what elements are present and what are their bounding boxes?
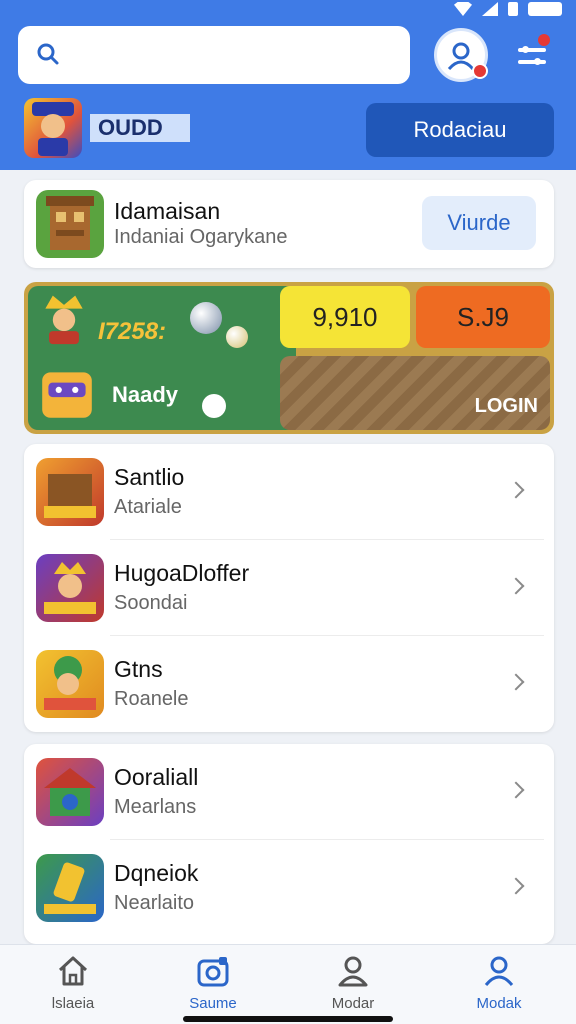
orange-currency[interactable]: S.J9 — [416, 286, 550, 348]
promo-banner[interactable]: I7258: Naady 9,910 S.J9 LOGIN — [24, 282, 554, 434]
list-item[interactable]: Ooraliall Mearlans — [24, 744, 554, 840]
signal-icon — [482, 2, 498, 16]
nav-games[interactable]: Saume — [168, 953, 258, 1012]
box-character-icon — [42, 372, 92, 418]
nav-label: lslaeia — [51, 995, 95, 1012]
nav-label: Modar — [331, 995, 375, 1012]
featured-card[interactable]: Idamaisan Indaniai Ogarykane Viurde — [24, 180, 554, 268]
game-icon — [36, 650, 104, 718]
ready-label: Naady — [112, 382, 179, 407]
settings-badge — [538, 34, 550, 46]
game-list-1: Santlio Atariale HugoaDloffer Soondai Gt… — [24, 444, 554, 732]
reward-button[interactable]: Rodaciau — [366, 103, 554, 157]
item-subtitle: Mearlans — [114, 796, 197, 818]
view-button[interactable]: Viurde — [422, 196, 536, 250]
list-item[interactable]: HugoaDloffer Soondai — [24, 540, 554, 636]
list-item[interactable]: Dqneiok Nearlaito — [24, 840, 554, 936]
home-icon — [58, 956, 88, 986]
item-subtitle: Atariale — [114, 496, 182, 518]
list-item[interactable]: Santlio Atariale — [24, 444, 554, 540]
settings-button[interactable] — [512, 34, 552, 74]
wifi-icon — [454, 2, 472, 16]
game-icon — [36, 554, 104, 622]
game-icon — [36, 854, 104, 922]
item-title: Santlio — [114, 464, 185, 490]
item-title: Ooraliall — [114, 764, 199, 790]
search-input[interactable] — [72, 44, 410, 66]
item-title: HugoaDloffer — [114, 560, 250, 586]
smile-icon — [202, 394, 226, 418]
chevron-right-icon — [510, 576, 524, 598]
nav-label: Saume — [189, 995, 237, 1012]
chevron-right-icon — [510, 672, 524, 694]
item-subtitle: Soondai — [114, 592, 188, 614]
featured-subtitle: Indaniai Ogarykane — [114, 226, 288, 248]
game-list-2: Ooraliall Mearlans Dqneiok Nearlaito — [24, 744, 554, 944]
nav-home[interactable]: lslaeia — [28, 953, 118, 1012]
profile-avatar[interactable] — [24, 98, 82, 158]
score-label: I7258: — [98, 318, 167, 345]
item-subtitle: Nearlaito — [114, 892, 195, 914]
profile-name: OUDD — [90, 114, 190, 142]
game-icon — [36, 758, 104, 826]
account-button[interactable] — [434, 28, 488, 82]
search-icon — [37, 43, 59, 65]
yellow-currency[interactable]: 9,910 — [280, 286, 410, 348]
nav-friends[interactable]: Modar — [308, 953, 398, 1012]
nav-profile[interactable]: Modak — [454, 953, 544, 1012]
notification-icon — [508, 2, 518, 16]
featured-app-icon — [36, 190, 104, 258]
nav-label: Modak — [476, 995, 522, 1012]
user-icon — [338, 956, 368, 987]
search-bar[interactable] — [18, 26, 410, 84]
notification-badge — [472, 63, 488, 79]
list-item[interactable]: Gtns Roanele — [24, 636, 554, 732]
home-indicator[interactable] — [183, 1016, 393, 1022]
chevron-right-icon — [510, 876, 524, 898]
chevron-right-icon — [510, 480, 524, 502]
login-panel[interactable]: LOGIN — [280, 356, 550, 430]
item-title: Gtns — [114, 656, 163, 682]
item-title: Dqneiok — [114, 860, 199, 886]
chevron-right-icon — [510, 780, 524, 802]
app-header: OUDD Rodaciau — [0, 0, 576, 170]
king-character-icon — [45, 295, 83, 345]
bottom-nav: lslaeia Saume Modar Modak — [0, 944, 576, 1024]
battery-icon — [528, 2, 562, 16]
orb-icon — [226, 326, 248, 348]
featured-title: Idamaisan — [114, 198, 221, 224]
profile-icon — [484, 956, 514, 986]
item-subtitle: Roanele — [114, 688, 189, 710]
game-icon — [36, 458, 104, 526]
promo-game-panel[interactable]: I7258: Naady — [28, 286, 296, 430]
login-label: LOGIN — [474, 395, 538, 417]
orb-icon — [190, 302, 222, 334]
camera-icon — [197, 957, 229, 987]
status-bar — [454, 2, 562, 16]
